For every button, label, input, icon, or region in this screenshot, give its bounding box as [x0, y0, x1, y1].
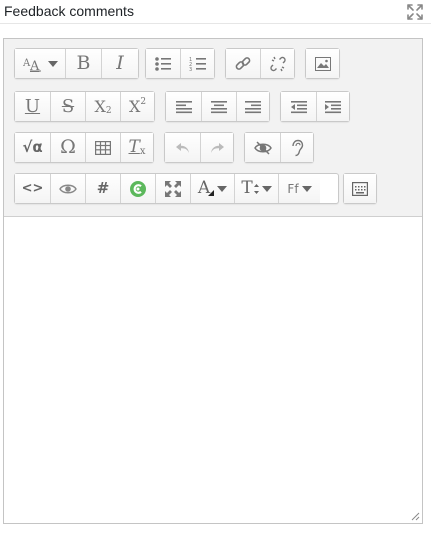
align-left-button[interactable] [166, 92, 201, 121]
field-title: Feedback comments [4, 3, 134, 19]
redo-button[interactable] [200, 133, 233, 162]
link-button[interactable] [226, 49, 261, 78]
strikethrough-icon: S [61, 95, 75, 117]
screen-reader-helper-button[interactable] [280, 133, 313, 162]
indent-button[interactable] [316, 92, 349, 121]
toolbar-group-align [165, 91, 270, 122]
align-center-icon [211, 100, 227, 113]
ordered-list-icon: 123 [189, 57, 206, 72]
eye-slash-icon [253, 140, 272, 155]
toolbar-group-indent [280, 91, 350, 122]
font-size-icon: T [241, 180, 272, 197]
toolbar-group-style: AA B I [14, 48, 139, 79]
undo-icon [175, 142, 189, 153]
subscript-button[interactable]: X2 [85, 92, 120, 121]
clear-formatting-icon: Tx [128, 137, 146, 157]
italic-icon: I [116, 52, 124, 74]
font-color-button[interactable]: A [190, 174, 234, 203]
link-icon [235, 56, 251, 70]
clear-formatting-button[interactable]: Tx [120, 133, 153, 162]
table-button[interactable] [85, 133, 120, 162]
superscript-icon: X2 [128, 96, 147, 116]
paragraph-styles-button[interactable]: AA [15, 49, 65, 78]
preview-button[interactable] [50, 174, 85, 203]
special-character-button[interactable]: Ω [50, 133, 85, 162]
italic-button[interactable]: I [101, 49, 138, 78]
underline-button[interactable]: U [15, 92, 50, 121]
toolbar-group-more [343, 173, 377, 204]
equation-icon: √α [22, 138, 43, 156]
field-header: Feedback comments [0, 0, 431, 24]
font-family-button[interactable]: Ff [278, 174, 320, 203]
align-right-icon [245, 100, 261, 113]
strikethrough-button[interactable]: S [50, 92, 85, 121]
editor-toolbar: AA B I 123 U S X 2 X 2 √α Ω T x <> # A T… [4, 39, 422, 217]
show-more-button[interactable] [344, 174, 376, 203]
hashtag-icon: # [96, 179, 110, 197]
toolbar-group-history [164, 132, 234, 163]
toolbar-group-media [305, 48, 340, 79]
bold-icon: B [76, 52, 91, 74]
recordrtc-button[interactable] [120, 174, 155, 203]
toolbar-group-lists: 123 [145, 48, 215, 79]
subscript-icon: X2 [94, 96, 112, 116]
redo-icon [211, 142, 224, 153]
header-divider [0, 23, 431, 24]
svg-text:3: 3 [189, 67, 192, 72]
fullscreen-button[interactable] [155, 174, 190, 203]
align-right-button[interactable] [236, 92, 269, 121]
ear-icon [292, 139, 304, 156]
unordered-list-icon [155, 56, 172, 71]
outdent-button[interactable] [281, 92, 316, 121]
paragraph-styles-icon: AA [23, 56, 58, 72]
superscript-button[interactable]: X2 [120, 92, 154, 121]
fullscreen-icon [165, 180, 181, 197]
bold-button[interactable]: B [65, 49, 101, 78]
font-size-button[interactable]: T [234, 174, 278, 203]
recordrtc-icon [130, 180, 146, 197]
omega-icon: Ω [60, 136, 76, 158]
equation-button[interactable]: √α [15, 133, 50, 162]
hashtag-button[interactable]: # [85, 174, 120, 203]
undo-button[interactable] [165, 133, 200, 162]
toolbar-group-links [225, 48, 295, 79]
unlink-button[interactable] [260, 49, 294, 78]
table-icon [95, 140, 111, 155]
toolbar-group-accessibility [244, 132, 314, 163]
toolbar-group-insert: √α Ω Tx [14, 132, 154, 163]
html-button[interactable]: <> [15, 174, 50, 203]
indent-icon [325, 100, 341, 113]
font-family-icon: Ff [287, 183, 312, 195]
svg-text:A: A [29, 59, 40, 72]
editor-content-area[interactable] [4, 217, 422, 523]
align-center-button[interactable] [201, 92, 236, 121]
align-left-icon [175, 100, 192, 113]
toolbar-group-extras: <> # A T Ff [14, 173, 339, 204]
unordered-list-button[interactable] [146, 49, 181, 78]
expand-icon[interactable] [406, 3, 424, 21]
text-editor: AA B I 123 U S X 2 X 2 √α Ω T x <> # A T… [3, 38, 423, 524]
accessibility-checker-button[interactable] [245, 133, 280, 162]
outdent-icon [290, 100, 307, 113]
image-icon [314, 56, 331, 71]
show-more-icon [352, 181, 368, 196]
font-color-icon: A [198, 180, 228, 197]
resize-grip-icon[interactable] [410, 511, 420, 521]
unlink-icon [270, 56, 286, 71]
toolbar-group-text: U S X2 X2 [14, 91, 155, 122]
eye-icon [59, 184, 77, 193]
image-button[interactable] [306, 49, 339, 78]
code-icon: <> [21, 181, 44, 196]
ordered-list-button[interactable]: 123 [180, 49, 214, 78]
underline-icon: U [24, 95, 41, 117]
